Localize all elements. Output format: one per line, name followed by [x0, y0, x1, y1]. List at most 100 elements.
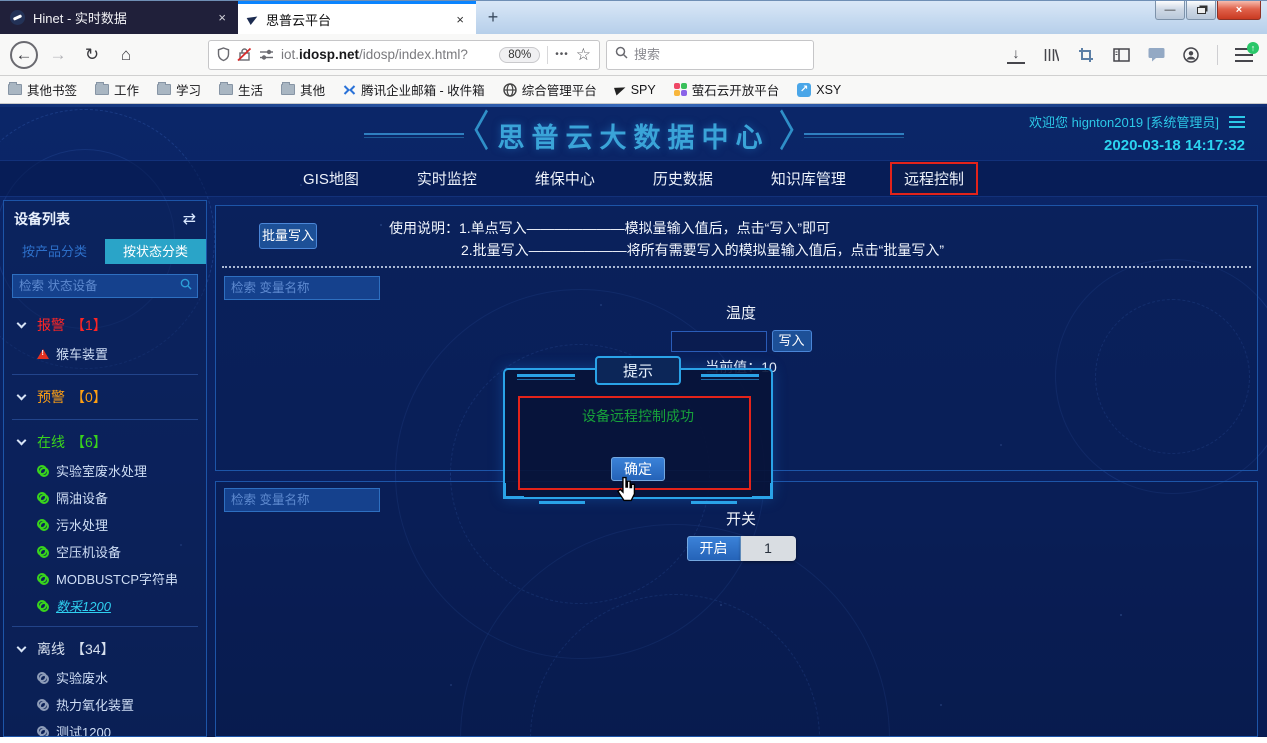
minimize-button[interactable]: — — [1155, 1, 1185, 20]
close-window-button[interactable]: × — [1217, 1, 1261, 20]
hinet-favicon-icon — [10, 10, 25, 25]
device-item[interactable]: 实验废水 — [4, 664, 206, 691]
downloads-icon[interactable]: ↓ — [1007, 46, 1025, 64]
nav-tab-maintenance-center[interactable]: 维保中心 — [521, 162, 609, 195]
device-item-selected[interactable]: 数采1200 — [4, 592, 206, 619]
forward-button[interactable]: → — [44, 41, 72, 69]
browser-tab-hinet[interactable]: Hinet - 实时数据 × — [0, 1, 238, 34]
bookmark-management-platform[interactable]: 综合管理平台 — [503, 80, 597, 99]
chat-bubble-icon[interactable] — [1147, 46, 1165, 64]
search-input[interactable] — [634, 47, 764, 62]
variable-search-input[interactable] — [231, 493, 373, 507]
tab-by-product[interactable]: 按产品分类 — [4, 239, 105, 264]
mail-icon — [343, 84, 356, 96]
browser-tab-sipuyun[interactable]: 思普云平台 × — [238, 1, 476, 34]
back-button[interactable]: ← — [10, 41, 38, 69]
device-search-box[interactable] — [12, 274, 198, 298]
temperature-value-input[interactable] — [671, 331, 767, 352]
write-button[interactable]: 写入 — [772, 330, 812, 352]
group-count: 【34】 — [71, 639, 115, 659]
browser-search-bar[interactable] — [606, 40, 814, 70]
bookmark-label: XSY — [816, 83, 841, 97]
folder-icon — [281, 84, 295, 95]
url-path: /idosp/index.html? — [359, 47, 468, 62]
device-item[interactable]: 空压机设备 — [4, 538, 206, 565]
nav-tab-remote-control[interactable]: 远程控制 — [890, 162, 978, 195]
zoom-level-badge[interactable]: 80% — [499, 47, 540, 63]
bookmark-tencent-mail[interactable]: 腾讯企业邮箱 - 收件箱 — [343, 80, 485, 99]
restore-button[interactable] — [1186, 1, 1216, 20]
user-menu-icon[interactable] — [1229, 116, 1245, 128]
screenshot-crop-icon[interactable] — [1077, 46, 1095, 64]
variable-search-box[interactable] — [224, 488, 380, 512]
device-item[interactable]: 隔油设备 — [4, 484, 206, 511]
device-name: 污水处理 — [56, 515, 108, 534]
switch-on-button[interactable]: 开启 — [687, 536, 741, 561]
bookmark-yingshiyun[interactable]: 萤石云开放平台 — [674, 80, 780, 99]
device-item[interactable]: 热力氧化装置 — [4, 691, 206, 718]
device-list-sidebar: 设备列表 ⇄ 按产品分类 按状态分类 报警 【1】 猴车装置 预警 【0】 — [3, 200, 207, 737]
bookmark-spy[interactable]: SPY — [615, 83, 656, 97]
bookmark-folder-work[interactable]: 工作 — [95, 80, 139, 99]
library-icon[interactable] — [1042, 46, 1060, 64]
reload-button[interactable]: ↻ — [78, 41, 106, 69]
bookmark-star-icon[interactable]: ☆ — [576, 45, 591, 65]
nav-tab-knowledge-base[interactable]: 知识库管理 — [757, 162, 860, 195]
new-tab-button[interactable]: + — [476, 1, 510, 34]
menu-hamburger-icon[interactable]: ↑ — [1235, 46, 1253, 64]
device-item[interactable]: MODBUSTCP字符串 — [4, 565, 206, 592]
decor-bracket-left — [474, 108, 488, 163]
device-name: 实验废水 — [56, 668, 108, 687]
device-item[interactable]: 实验室废水处理 — [4, 457, 206, 484]
account-icon[interactable] — [1182, 46, 1200, 64]
sipuyun-page: 思普云大数据中心 欢迎您 hignton2019 [系统管理员] 2020-03… — [0, 104, 1267, 743]
sidebar-tabs: 按产品分类 按状态分类 — [4, 239, 206, 264]
device-item[interactable]: 污水处理 — [4, 511, 206, 538]
link-icon — [37, 465, 49, 477]
toolbar-icons: ↓ ↑ — [1007, 45, 1257, 65]
bookmark-folder-other-bookmarks[interactable]: 其他书签 — [8, 80, 77, 99]
bookmark-folder-misc[interactable]: 其他 — [281, 80, 325, 99]
dialog-title: 提示 — [595, 356, 681, 385]
dialog-decor — [517, 374, 575, 380]
variable-label: 温度 — [631, 302, 851, 323]
tab-by-status[interactable]: 按状态分类 — [105, 239, 206, 264]
url-text[interactable]: iot.idosp.net/idosp/index.html? — [281, 47, 492, 62]
tab-title: Hinet - 实时数据 — [33, 8, 208, 27]
browser-toolbar: ← → ↻ ⌂ iot.idosp.net/idosp/index.html? … — [0, 34, 1267, 76]
batch-write-button[interactable]: 批量写入 — [259, 223, 317, 249]
welcome-message: 欢迎您 hignton2019 [系统管理员] — [1029, 112, 1219, 131]
nav-tab-gis-map[interactable]: GIS地图 — [289, 162, 373, 195]
hamburger-bars: ↑ — [1235, 48, 1253, 62]
group-alarm[interactable]: 报警 【1】 — [4, 310, 206, 340]
nav-tab-realtime-monitor[interactable]: 实时监控 — [403, 162, 491, 195]
close-tab-icon[interactable]: × — [216, 10, 228, 25]
chevron-down-icon — [17, 436, 27, 446]
nav-tab-history-data[interactable]: 历史数据 — [639, 162, 727, 195]
bookmark-label: 学习 — [176, 80, 201, 99]
variable-search-input[interactable] — [231, 281, 373, 295]
sidebar-panel-icon[interactable] — [1112, 46, 1130, 64]
tab-title: 思普云平台 — [266, 10, 446, 29]
device-item[interactable]: 测试1200 — [4, 718, 206, 737]
shield-icon[interactable] — [217, 47, 230, 62]
group-online[interactable]: 在线 【6】 — [4, 427, 206, 457]
dotted-divider — [222, 266, 1251, 268]
swap-icon[interactable]: ⇄ — [183, 209, 196, 229]
page-actions-icon[interactable]: ••• — [555, 49, 569, 60]
device-item[interactable]: 猴车装置 — [4, 340, 206, 367]
permissions-icon[interactable] — [259, 48, 274, 61]
bookmark-xsy[interactable]: ↗XSY — [797, 83, 841, 97]
group-offline[interactable]: 离线 【34】 — [4, 634, 206, 664]
bookmark-folder-life[interactable]: 生活 — [219, 80, 263, 99]
close-tab-icon[interactable]: × — [454, 12, 466, 27]
colored-dots-icon — [674, 83, 687, 96]
insecure-lock-icon[interactable] — [237, 47, 252, 62]
group-warning[interactable]: 预警 【0】 — [4, 382, 206, 412]
bookmark-folder-study[interactable]: 学习 — [157, 80, 201, 99]
address-bar[interactable]: iot.idosp.net/idosp/index.html? 80% ••• … — [208, 40, 600, 70]
title-wrap: 思普云大数据中心 — [364, 114, 904, 156]
device-search-input[interactable] — [19, 279, 180, 293]
variable-search-box[interactable] — [224, 276, 380, 300]
home-button[interactable]: ⌂ — [112, 41, 140, 69]
